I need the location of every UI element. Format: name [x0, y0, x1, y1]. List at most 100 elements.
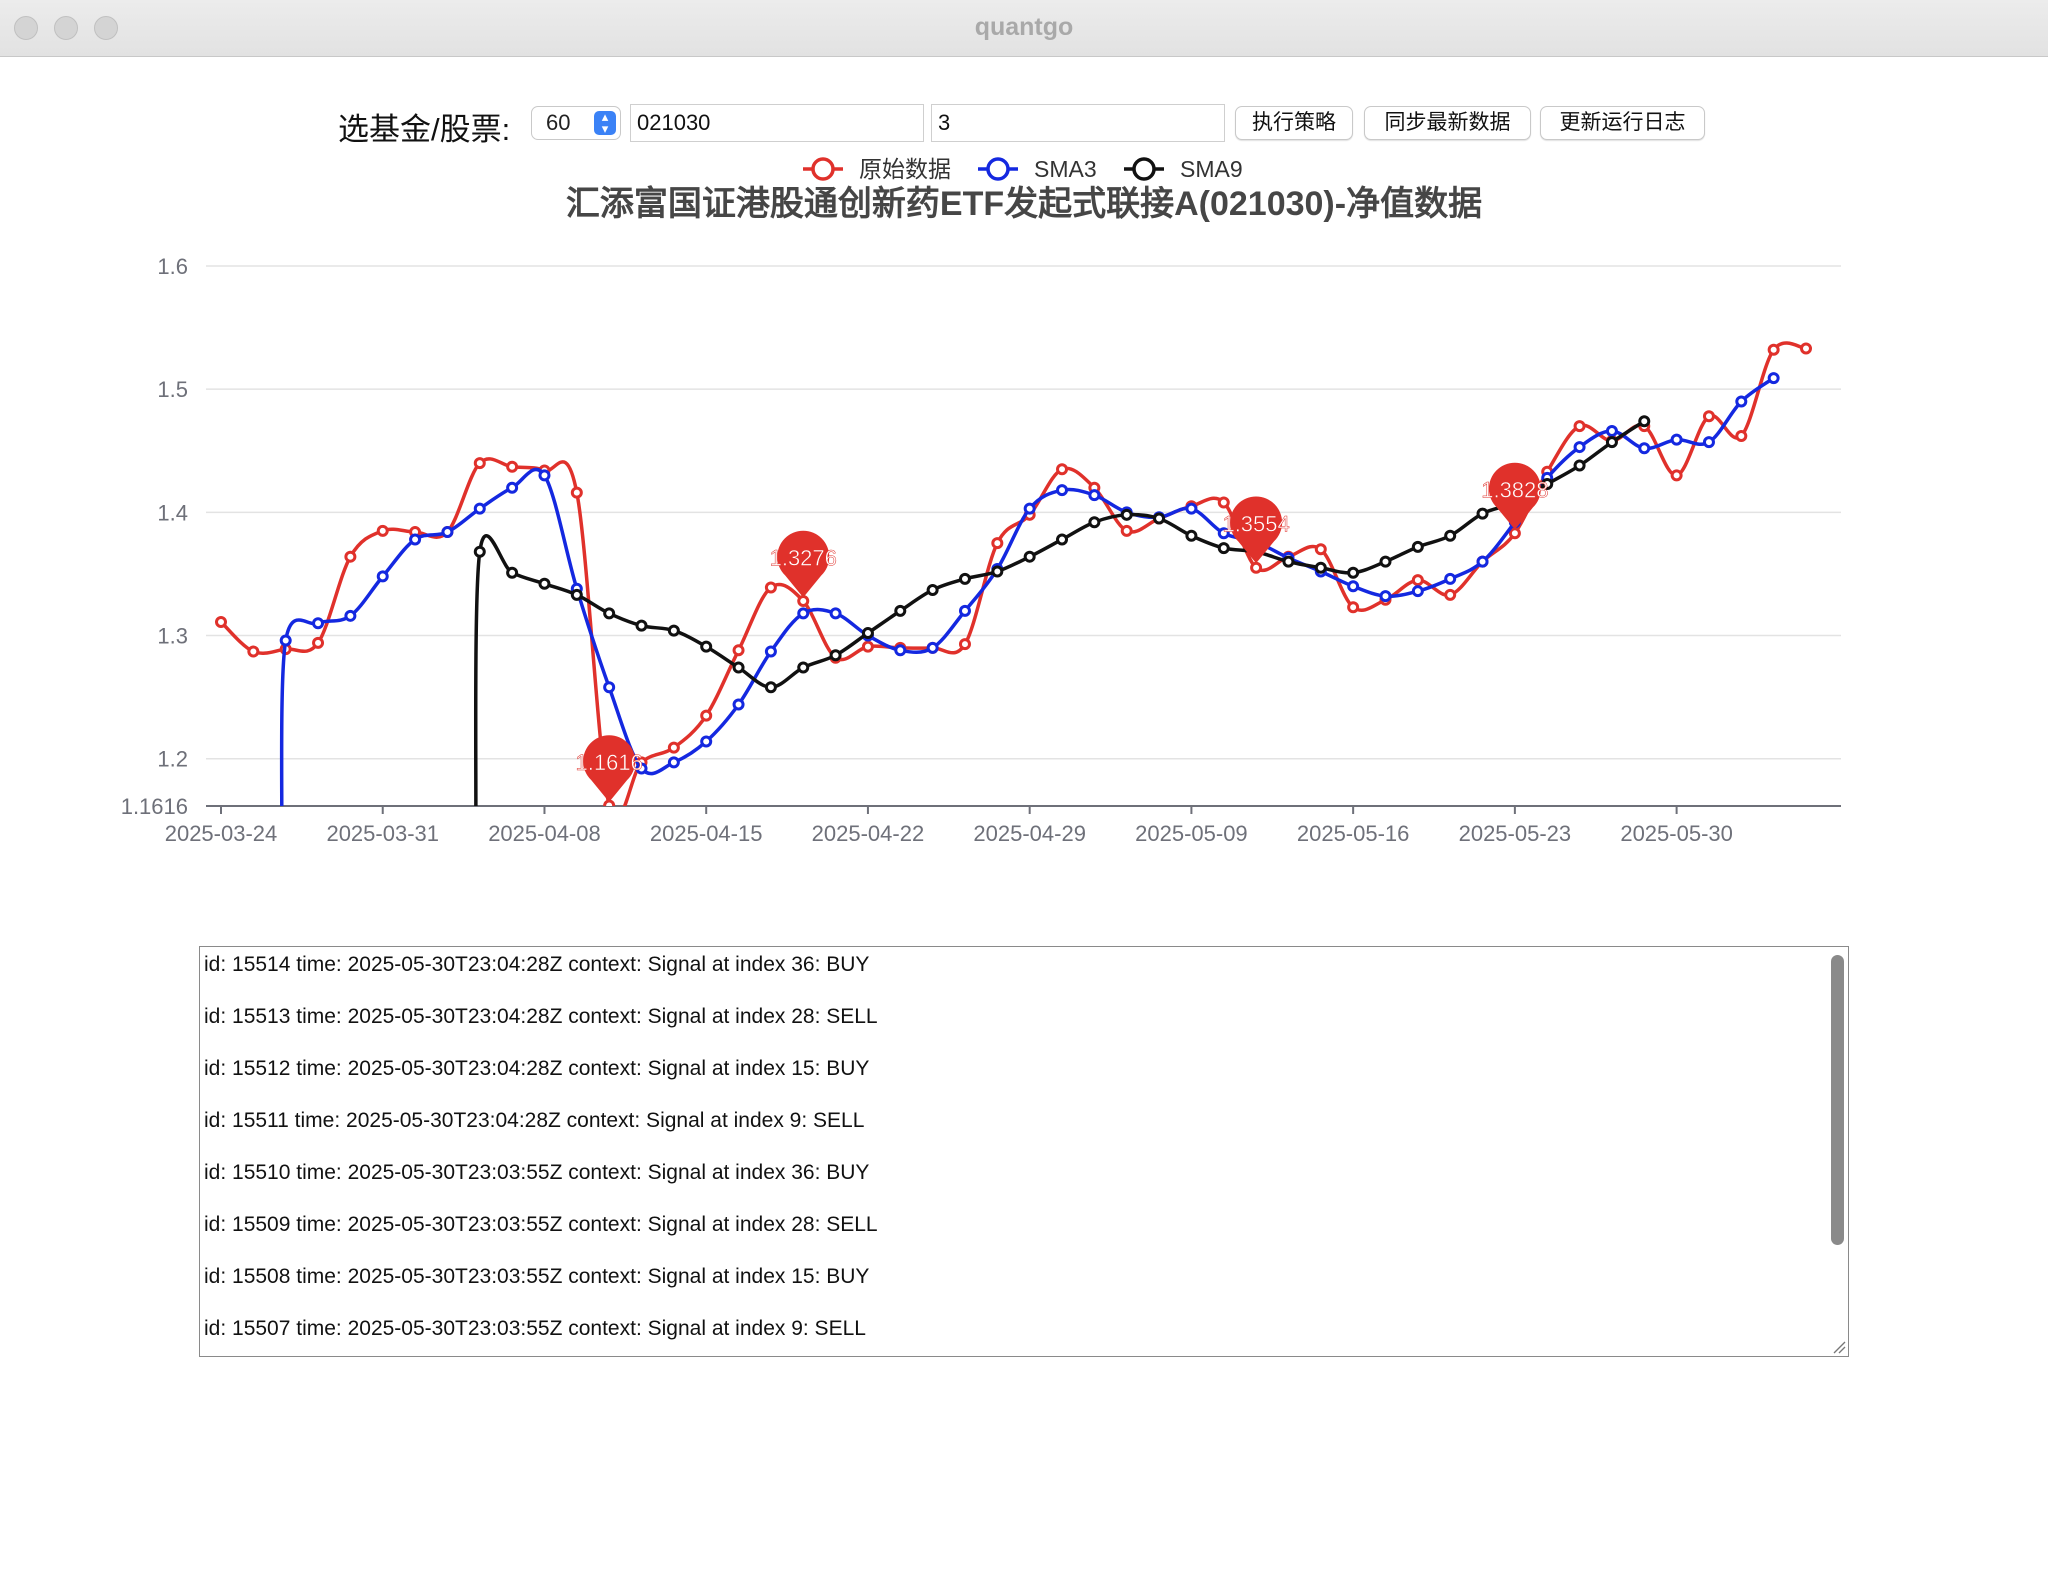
data-point-sma9: [1638, 415, 1651, 428]
chart-axes: 1.1616 1.2 1.3 1.4 1.5 1.6 2025-03-24 2025-03-3…: [121, 254, 1841, 846]
run-strategy-button[interactable]: 执行策略: [1235, 106, 1353, 140]
data-point-sma9: [1379, 555, 1392, 568]
legend-item-raw[interactable]: 原始数据: [803, 156, 951, 182]
data-point-sma3: [279, 634, 292, 647]
data-point-sma3: [376, 570, 389, 583]
data-point-sma3: [700, 735, 713, 748]
data-point-sma9: [1153, 512, 1166, 525]
y-tick-label: 1.2: [157, 747, 188, 772]
data-point-sma3: [312, 617, 325, 630]
data-point-sma3: [344, 609, 357, 622]
data-point-sma9: [1476, 507, 1489, 520]
data-point-sma9: [991, 565, 1004, 578]
data-point-sma3: [958, 604, 971, 617]
marker-label: 1.3554: [1222, 511, 1289, 536]
data-point-sma9: [1056, 533, 1069, 546]
marker-pin: 1.1616: [575, 735, 643, 802]
period-select[interactable]: 60 ▴ ▾: [531, 106, 621, 140]
x-tick-label: 2025-04-22: [812, 821, 925, 846]
data-point-sma3: [667, 756, 680, 769]
chart-markers: 1.1616 1.3276 1.3554 1.3828: [575, 462, 1549, 802]
data-point-raw: [764, 581, 777, 594]
data-point-sma3: [1056, 484, 1069, 497]
legend-marker-icon: [986, 157, 1010, 181]
data-point-raw: [1411, 574, 1424, 587]
series-raw: [215, 341, 1812, 806]
data-point-sma9: [861, 627, 874, 640]
data-point-sma3: [1638, 442, 1651, 455]
log-scrollbar[interactable]: [1831, 955, 1844, 1245]
data-point-sma9: [1088, 516, 1101, 529]
data-point-raw: [1314, 543, 1327, 556]
data-point-sma3: [1605, 425, 1618, 438]
x-tick-label: 2025-03-31: [326, 821, 439, 846]
data-point-sma3: [1379, 590, 1392, 603]
data-point-sma3: [926, 641, 939, 654]
legend-marker-icon: [811, 157, 835, 181]
data-point-sma3: [1573, 441, 1586, 454]
data-point-sma9: [506, 566, 519, 579]
data-point-sma3: [1444, 572, 1457, 585]
data-point-sma3: [1088, 489, 1101, 502]
y-tick-label: 1.5: [157, 377, 188, 402]
data-point-sma9: [1282, 555, 1295, 568]
select-arrows-icon: ▴ ▾: [594, 110, 616, 135]
data-point-sma9: [1023, 550, 1036, 563]
data-point-sma3: [1476, 555, 1489, 568]
data-point-sma3: [1702, 436, 1715, 449]
x-tick-label: 2025-05-30: [1620, 821, 1733, 846]
legend-item-sma3[interactable]: SMA3: [978, 156, 1097, 182]
data-point-sma9: [1120, 508, 1133, 521]
run-log-textarea[interactable]: id: 15514 time: 2025-05-30T23:04:28Z con…: [199, 946, 1849, 1357]
data-point-sma3: [538, 469, 551, 482]
x-tick-label: 2025-04-08: [488, 821, 601, 846]
data-point-sma9: [570, 588, 583, 601]
data-point-sma9: [894, 604, 907, 617]
sync-data-button[interactable]: 同步最新数据: [1364, 106, 1531, 140]
chart-legend[interactable]: 原始数据 SMA3 SMA9: [803, 156, 1243, 182]
data-point-sma9: [797, 661, 810, 674]
data-point-raw: [1735, 429, 1748, 442]
update-log-button[interactable]: 更新运行日志: [1540, 106, 1705, 140]
data-point-sma9: [732, 661, 745, 674]
strategy-param-input[interactable]: [931, 104, 1225, 142]
data-point-sma3: [1185, 502, 1198, 515]
data-point-raw: [958, 638, 971, 651]
legend-item-sma9[interactable]: SMA9: [1124, 156, 1243, 182]
y-tick-label: 1.1616: [121, 794, 188, 819]
marker-label: 1.3276: [770, 546, 837, 571]
legend-label: SMA9: [1180, 156, 1243, 182]
marker-pin: 1.3828: [1481, 462, 1549, 530]
data-point-sma3: [1347, 580, 1360, 593]
data-point-sma9: [1444, 529, 1457, 542]
data-point-raw: [506, 460, 519, 473]
data-point-raw: [1702, 410, 1715, 423]
data-point-raw: [1767, 343, 1780, 356]
resize-handle-icon[interactable]: [1832, 1340, 1846, 1354]
chart-grid: [206, 265, 1841, 760]
log-line: id: 15508 time: 2025-05-30T23:03:55Z con…: [204, 1265, 870, 1288]
data-point-raw: [247, 645, 260, 658]
data-point-sma3: [506, 481, 519, 494]
data-point-sma3: [409, 533, 422, 546]
log-line: id: 15514 time: 2025-05-30T23:04:28Z con…: [204, 953, 870, 976]
log-line: id: 15509 time: 2025-05-30T23:03:55Z con…: [204, 1213, 878, 1236]
data-point-sma9: [1573, 459, 1586, 472]
x-tick-label: 2025-05-16: [1297, 821, 1410, 846]
data-point-raw: [1670, 469, 1683, 482]
data-point-sma3: [1767, 372, 1780, 385]
data-point-sma9: [603, 607, 616, 620]
data-point-sma3: [829, 607, 842, 620]
log-line: id: 15513 time: 2025-05-30T23:04:28Z con…: [204, 1005, 878, 1028]
x-tick-label: 2025-04-15: [650, 821, 763, 846]
data-point-raw: [1800, 342, 1812, 355]
data-point-raw: [215, 615, 227, 628]
series-line-raw: [219, 341, 1807, 806]
fund-code-input[interactable]: [630, 104, 924, 142]
data-point-sma9: [926, 583, 939, 596]
data-point-sma9: [473, 545, 486, 558]
legend-marker-icon: [1132, 157, 1156, 181]
data-point-sma3: [764, 645, 777, 658]
data-point-sma3: [603, 681, 616, 694]
data-point-sma3: [473, 502, 486, 515]
